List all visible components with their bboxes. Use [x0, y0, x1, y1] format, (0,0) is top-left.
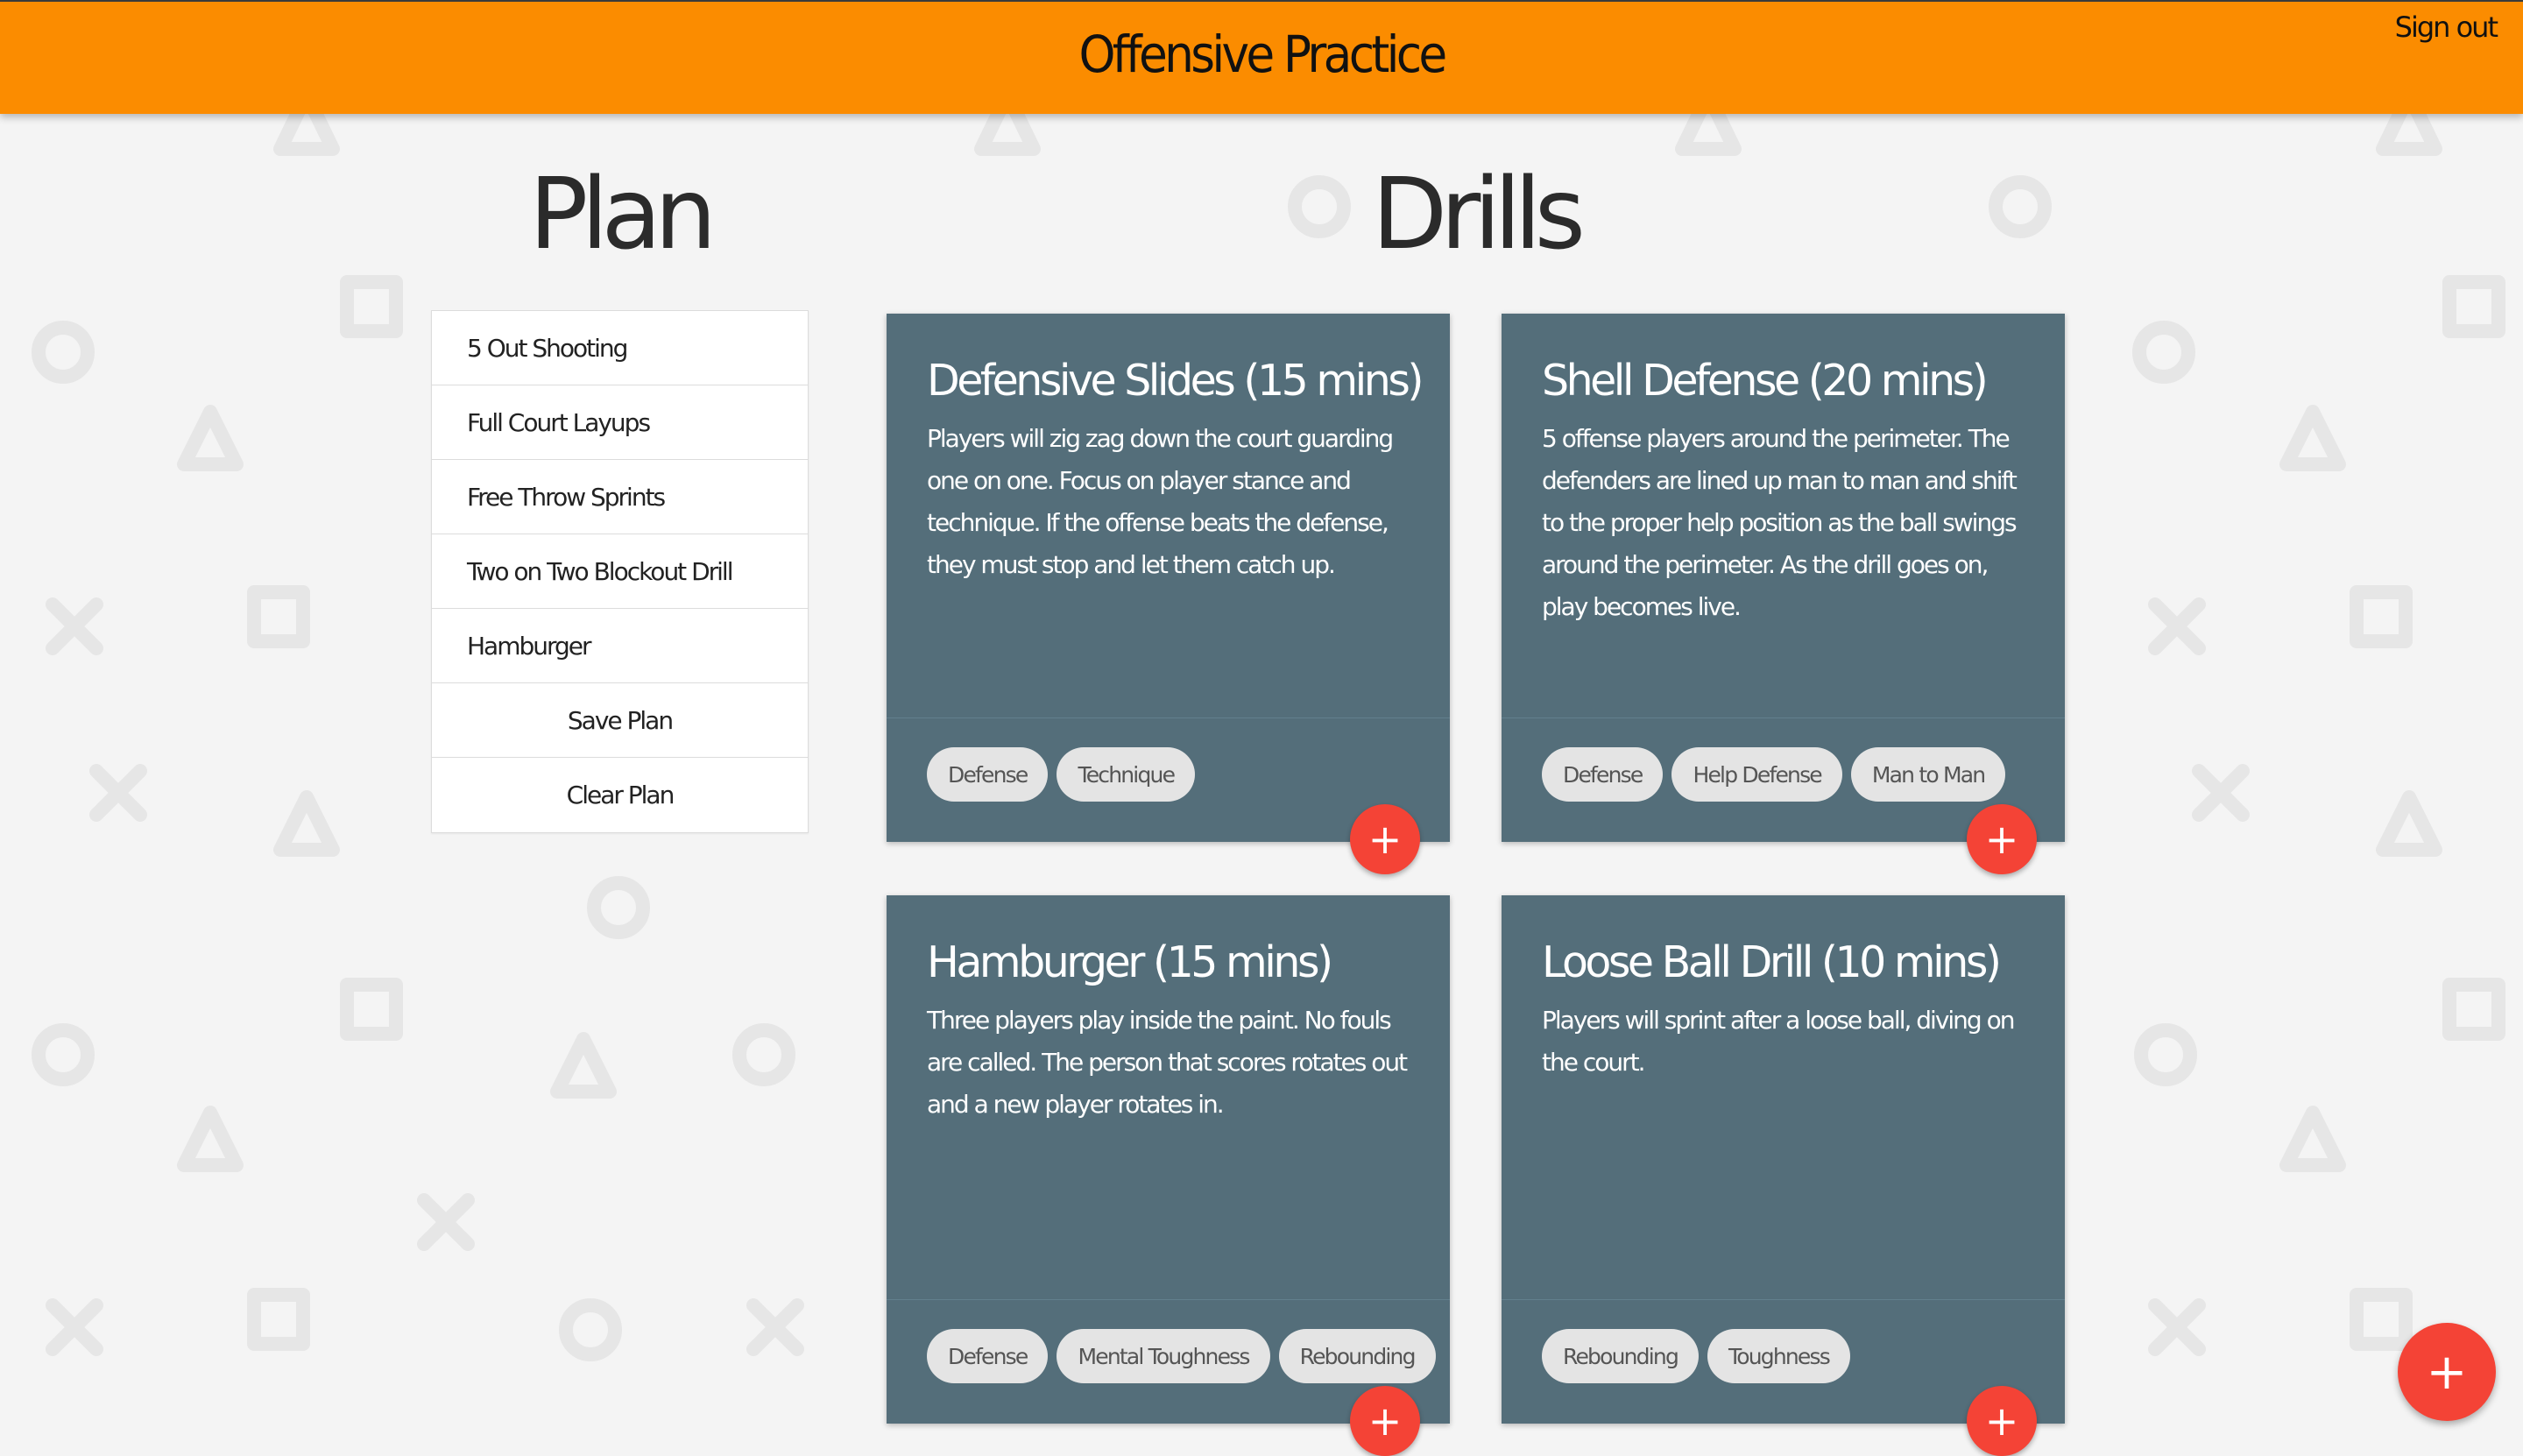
add-drill-button[interactable]: + — [1967, 1386, 2037, 1456]
plus-icon: + — [1984, 1397, 2019, 1445]
drill-description: Players will sprint after a loose ball, … — [1542, 1006, 2015, 1077]
drill-description: Three players play inside the paint. No … — [927, 1006, 1408, 1119]
page-title: Offensive Practice — [1078, 25, 1447, 84]
drill-title: Hamburger (15 mins) — [927, 937, 1333, 987]
tag-chip: Help Defense — [1671, 747, 1842, 802]
tag-chip: Rebounding — [1278, 1329, 1436, 1383]
plus-icon: + — [1368, 816, 1403, 863]
plan-item[interactable]: Free Throw Sprints — [432, 460, 808, 534]
tag-chip: Defense — [927, 747, 1049, 802]
clear-plan-button[interactable]: Clear Plan — [432, 758, 808, 832]
drill-tags: Defense Help Defense Man to Man — [1542, 747, 2006, 802]
plus-icon: + — [1368, 1397, 1403, 1445]
tag-chip: Toughness — [1707, 1329, 1850, 1383]
add-drill-button[interactable]: + — [1967, 804, 2037, 874]
plus-icon: + — [2426, 1343, 2468, 1401]
tag-chip: Technique — [1057, 747, 1196, 802]
save-plan-button[interactable]: Save Plan — [432, 683, 808, 758]
drill-card: Loose Ball Drill (10 mins) Players will … — [1502, 895, 2065, 1424]
drill-card: Shell Defense (20 mins) 5 offense player… — [1502, 314, 2065, 842]
drill-tags: Rebounding Toughness — [1542, 1329, 1850, 1383]
add-drill-button[interactable]: + — [1350, 804, 1420, 874]
tag-chip: Mental Toughness — [1057, 1329, 1270, 1383]
drill-card: Hamburger (15 mins) Three players play i… — [887, 895, 1450, 1424]
plan-list: 5 Out Shooting Full Court Layups Free Th… — [431, 310, 809, 833]
tag-chip: Man to Man — [1850, 747, 2006, 802]
drill-description: 5 offense players around the perimeter. … — [1542, 424, 2018, 621]
drills-heading: Drills — [1372, 158, 1586, 272]
tag-chip: Rebounding — [1542, 1329, 1700, 1383]
drill-tags: Defense Technique — [927, 747, 1196, 802]
plan-item[interactable]: 5 Out Shooting — [432, 311, 808, 385]
sign-out-link[interactable]: Sign out — [2395, 11, 2498, 44]
plan-item[interactable]: Full Court Layups — [432, 385, 808, 460]
plus-icon: + — [1984, 816, 2019, 863]
drill-tags: Defense Mental Toughness Rebounding — [927, 1329, 1436, 1383]
drill-description: Players will zig zag down the court guar… — [927, 424, 1394, 579]
tag-chip: Defense — [1542, 747, 1664, 802]
plan-heading: Plan — [528, 158, 717, 272]
drill-title: Defensive Slides (15 mins) — [927, 356, 1424, 406]
tag-chip: Defense — [927, 1329, 1049, 1383]
plan-item[interactable]: Hamburger — [432, 609, 808, 683]
create-drill-button[interactable]: + — [2398, 1323, 2496, 1421]
drill-title: Shell Defense (20 mins) — [1542, 356, 1989, 406]
app-header: Offensive Practice Sign out — [0, 0, 2523, 114]
plan-item[interactable]: Two on Two Blockout Drill — [432, 534, 808, 609]
drill-card: Defensive Slides (15 mins) Players will … — [887, 314, 1450, 842]
add-drill-button[interactable]: + — [1350, 1386, 1420, 1456]
drill-title: Loose Ball Drill (10 mins) — [1542, 937, 2002, 987]
